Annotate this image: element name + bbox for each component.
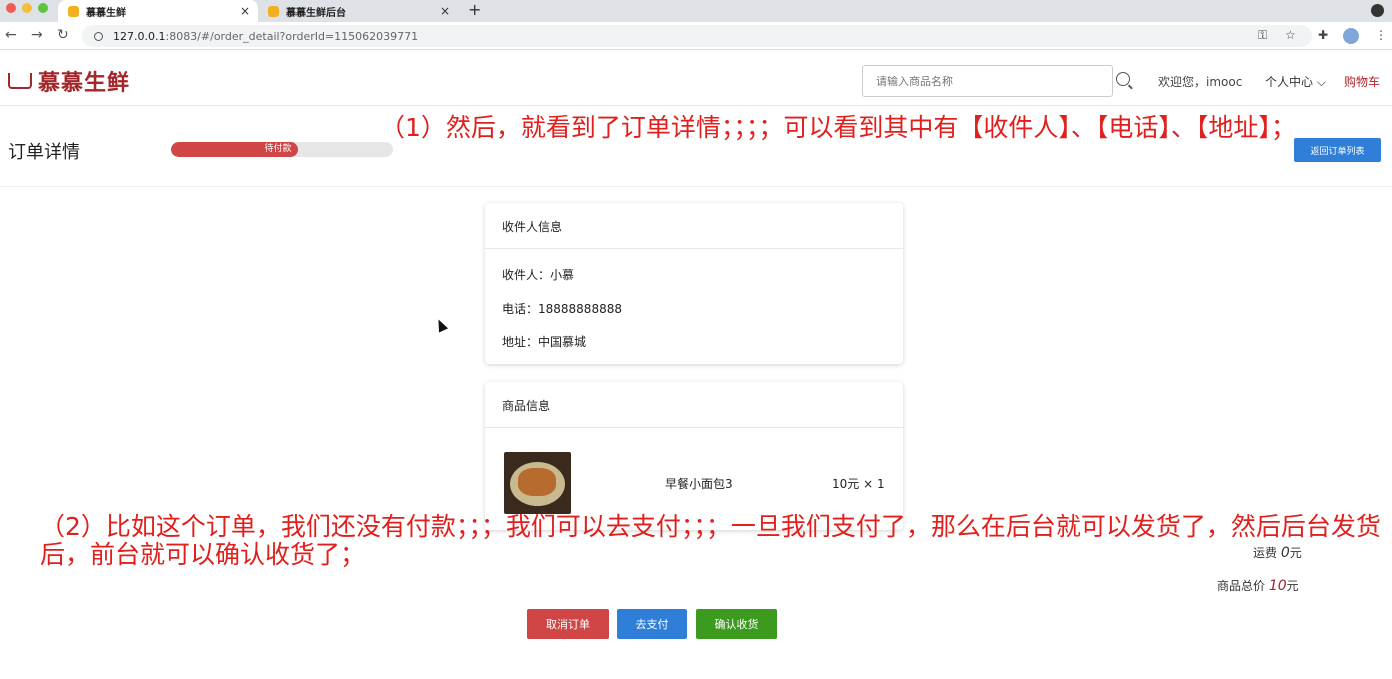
maximize-window-icon[interactable] (38, 3, 48, 13)
bookmark-star-icon[interactable]: ☆ (1285, 28, 1296, 42)
confirm-receipt-button[interactable]: 确认收货 (696, 609, 777, 639)
pay-button[interactable]: 去支付 (617, 609, 687, 639)
total-unit: 元 (1286, 579, 1299, 593)
back-arrow-icon[interactable]: ← (5, 27, 17, 43)
reload-icon[interactable]: ↻ (57, 27, 69, 43)
cancel-order-button[interactable]: 取消订单 (527, 609, 609, 639)
minimize-window-icon[interactable] (22, 3, 32, 13)
new-tab-icon[interactable]: + (468, 0, 481, 19)
annotation-second: （2）比如这个订单，我们还没有付款；；；我们可以去支付；；；一旦我们支付了，那么… (40, 512, 1381, 569)
close-tab-icon[interactable]: × (240, 4, 250, 18)
site-favicon-icon (268, 5, 279, 17)
receiver-address: 地址：中国慕城 (502, 335, 587, 349)
product-name[interactable]: 早餐小面包3 (665, 475, 733, 492)
product-image[interactable] (504, 452, 571, 514)
receiver-info-heading: 收件人信息 (485, 203, 903, 249)
goods-info-card: 商品信息 早餐小面包3 10元 × 1 (485, 382, 903, 530)
receiver-name: 收件人：小慕 (502, 268, 575, 282)
annotation-first: （1）然后，就看到了订单详情；；；；可以看到其中有【收件人】、【电话】、【地址】… (380, 113, 1296, 142)
site-header: 慕慕生鲜 欢迎您，imooc 个人中心 ⌵ 购物车 (0, 51, 1392, 106)
close-window-icon[interactable] (6, 3, 16, 13)
page-title: 订单详情 (8, 142, 80, 163)
product-price: 10元 × 1 (832, 477, 885, 491)
extensions-icon[interactable]: ✚ (1318, 28, 1328, 42)
tab-title: 慕慕生鲜后台 (286, 7, 346, 19)
user-center-menu[interactable]: 个人中心 ⌵ (1265, 73, 1326, 90)
site-favicon-icon (68, 5, 79, 17)
search-icon[interactable] (1116, 72, 1130, 86)
order-status-progress: 待付款 (171, 142, 393, 157)
site-info-icon[interactable] (94, 31, 103, 41)
status-progress-fill: 待付款 (171, 142, 298, 157)
browser-toolbar: ← → ↻ 127.0.0.1:8083/#/order_detail?orde… (0, 22, 1392, 50)
tab-title: 慕慕生鲜 (86, 7, 126, 19)
forward-arrow-icon[interactable]: → (31, 27, 43, 43)
site-logo[interactable]: 慕慕生鲜 (8, 65, 130, 97)
tab-admin[interactable]: 慕慕生鲜后台 × (258, 0, 458, 22)
cart-logo-icon (8, 73, 32, 89)
welcome-text: 欢迎您，imooc (1158, 75, 1243, 89)
receiver-phone: 电话：18888888888 (502, 302, 622, 316)
search-input[interactable] (862, 65, 1113, 97)
goods-total: 商品总价 10元 (1217, 577, 1299, 594)
goods-info-heading: 商品信息 (485, 382, 903, 428)
logo-text: 慕慕生鲜 (38, 71, 131, 96)
mouse-cursor-icon (433, 317, 449, 333)
url-path: :8083/#/order_detail?orderId=11506203977… (165, 29, 419, 43)
browser-menu-icon[interactable]: ⋮ (1375, 28, 1387, 42)
total-label: 商品总价 (1217, 579, 1266, 593)
key-icon[interactable]: ⚿ (1258, 28, 1267, 43)
total-value: 10 (1268, 578, 1287, 594)
url-host: 127.0.0.1 (113, 29, 166, 43)
product-food-shape (518, 468, 556, 496)
tab-shop[interactable]: 慕慕生鲜 × (58, 0, 258, 22)
address-bar[interactable]: 127.0.0.1:8083/#/order_detail?orderId=11… (82, 25, 1312, 47)
tab-menu-icon[interactable] (1371, 4, 1384, 17)
browser-tab-bar: 慕慕生鲜 × 慕慕生鲜后台 × + (0, 0, 1392, 22)
profile-avatar[interactable] (1343, 28, 1359, 44)
close-tab-icon[interactable]: × (440, 4, 450, 18)
cart-link[interactable]: 购物车 (1344, 73, 1380, 90)
receiver-info-card: 收件人信息 收件人：小慕 电话：18888888888 地址：中国慕城 (485, 203, 903, 364)
